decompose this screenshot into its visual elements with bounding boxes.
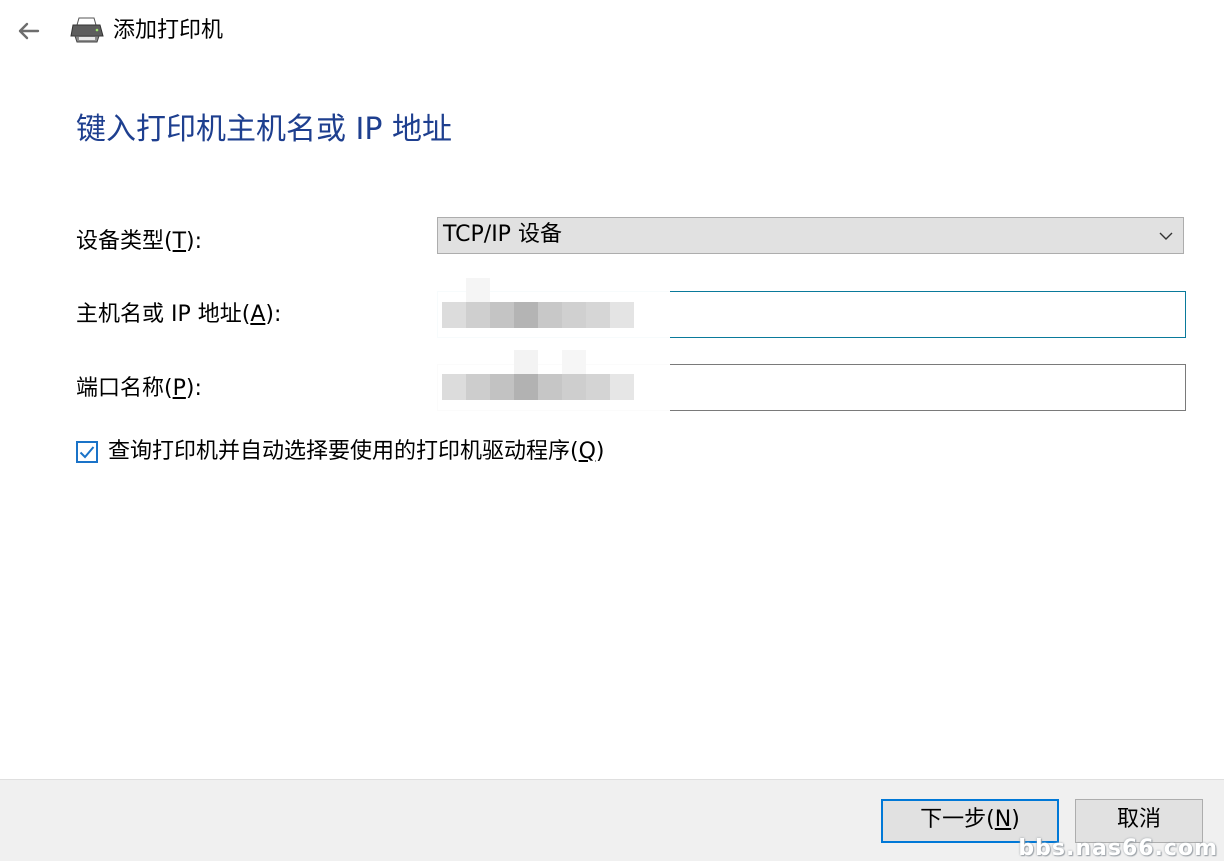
title-bar: 添加打印机: [0, 0, 1224, 62]
device-type-dropdown[interactable]: TCP/IP 设备: [437, 217, 1184, 254]
hostname-input[interactable]: [437, 291, 1186, 338]
back-button[interactable]: [10, 13, 46, 49]
page-heading: 键入打印机主机名或 IP 地址: [76, 112, 453, 147]
device-type-selected-value: TCP/IP 设备: [443, 222, 562, 247]
port-name-input[interactable]: [437, 364, 1186, 411]
hostname-label: 主机名或 IP 地址(A):: [76, 302, 282, 327]
cancel-button[interactable]: 取消: [1075, 799, 1203, 843]
window-title: 添加打印机: [113, 18, 224, 43]
query-driver-checkbox-row[interactable]: 查询打印机并自动选择要使用的打印机驱动程序(Q): [76, 437, 605, 467]
next-button[interactable]: 下一步(N): [881, 799, 1059, 843]
query-driver-checkbox[interactable]: [76, 441, 98, 463]
printer-icon: [70, 17, 104, 43]
checkmark-icon: [79, 446, 95, 459]
dialog-footer: 下一步(N) 取消: [0, 779, 1224, 861]
back-arrow-icon: [18, 22, 40, 40]
port-name-label: 端口名称(P):: [76, 376, 202, 401]
query-driver-checkbox-label: 查询打印机并自动选择要使用的打印机驱动程序(Q): [108, 439, 605, 464]
device-type-label: 设备类型(T):: [76, 229, 203, 254]
chevron-down-icon: [1159, 232, 1173, 240]
